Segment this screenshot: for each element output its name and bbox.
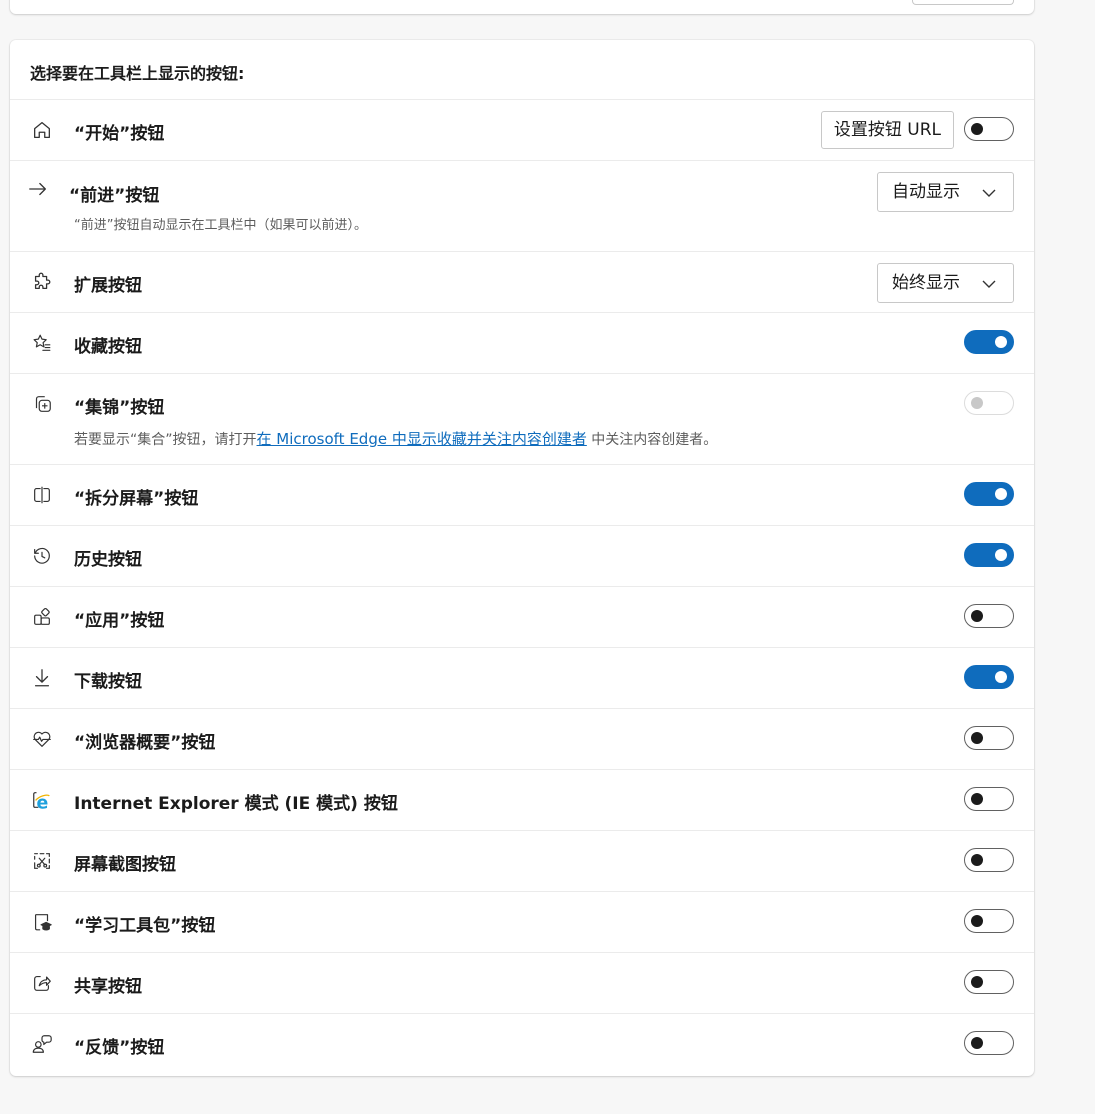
screenshot-button-label: 屏幕截图按钮 [74, 855, 176, 875]
collections-icon [30, 392, 54, 416]
ie-mode-button-toggle[interactable] [964, 787, 1014, 811]
share-button-row: 共享按钮 [10, 953, 1034, 1014]
toggle-knob [971, 732, 983, 744]
toggle-knob [971, 915, 983, 927]
collections-button-description: 若要显示“集合”按钮，请打开在 Microsoft Edge 中显示收藏并关注内… [74, 428, 717, 449]
forward-button-label: “前进”按钮 [69, 186, 160, 206]
download-icon [30, 666, 54, 690]
extensions-icon [30, 270, 54, 294]
browser-essentials-icon [30, 727, 54, 751]
learning-toolkit-button-label: “学习工具包”按钮 [74, 916, 216, 936]
toggle-knob [995, 671, 1007, 683]
toggle-knob [971, 976, 983, 988]
collections-desc-suffix: 中关注内容创建者。 [586, 432, 718, 448]
home-button-toggle[interactable] [964, 117, 1014, 141]
apps-button-label: “应用”按钮 [74, 611, 165, 631]
collections-button-toggle[interactable] [964, 391, 1014, 415]
previous-card-control[interactable] [912, 0, 1014, 5]
split-screen-button-row: “拆分屏幕”按钮 [10, 465, 1034, 526]
feedback-button-label: “反馈”按钮 [74, 1038, 165, 1058]
apps-button-toggle[interactable] [964, 604, 1014, 628]
toggle-knob [971, 397, 983, 409]
share-button-label: 共享按钮 [74, 977, 142, 997]
home-button-label: “开始”按钮 [74, 124, 165, 144]
feedback-icon [30, 1032, 54, 1056]
forward-button-select[interactable]: 自动显示 [877, 172, 1014, 212]
screenshot-button-toggle[interactable] [964, 848, 1014, 872]
share-button-toggle[interactable] [964, 970, 1014, 994]
toggle-knob [971, 1037, 983, 1049]
ie-mode-button-label: Internet Explorer 模式 (IE 模式) 按钮 [74, 794, 398, 814]
forward-select-value: 自动显示 [892, 182, 960, 202]
history-button-label: 历史按钮 [74, 550, 142, 570]
forward-button-row: “前进”按钮 “前进”按钮自动显示在工具栏中（如果可以前进）。 自动显示 [10, 161, 1034, 252]
forward-arrow-icon [26, 177, 50, 201]
favorites-button-label: 收藏按钮 [74, 337, 142, 357]
downloads-button-label: 下载按钮 [74, 672, 142, 692]
learning-toolkit-button-row: “学习工具包”按钮 [10, 892, 1034, 953]
downloads-button-row: 下载按钮 [10, 648, 1034, 709]
browser-essentials-button-label: “浏览器概要”按钮 [74, 733, 216, 753]
chevron-down-icon [982, 189, 996, 197]
favorites-button-row: 收藏按钮 [10, 313, 1034, 374]
collections-settings-link[interactable]: 在 Microsoft Edge 中显示收藏并关注内容创建者 [257, 430, 587, 448]
learning-toolkit-icon [30, 910, 54, 934]
share-icon [30, 971, 54, 995]
history-button-toggle[interactable] [964, 543, 1014, 567]
chevron-down-icon [982, 280, 996, 288]
toggle-knob [971, 610, 983, 622]
collections-button-row: “集锦”按钮 若要显示“集合”按钮，请打开在 Microsoft Edge 中显… [10, 374, 1034, 465]
split-screen-button-toggle[interactable] [964, 482, 1014, 506]
extensions-select-value: 始终显示 [892, 273, 960, 293]
toggle-knob [971, 123, 983, 135]
home-icon [30, 118, 54, 142]
history-button-row: 历史按钮 [10, 526, 1034, 587]
favorites-button-toggle[interactable] [964, 330, 1014, 354]
forward-button-description: “前进”按钮自动显示在工具栏中（如果可以前进）。 [74, 218, 367, 233]
previous-settings-card [10, 0, 1034, 14]
feedback-button-toggle[interactable] [964, 1031, 1014, 1055]
learning-toolkit-button-toggle[interactable] [964, 909, 1014, 933]
extensions-button-select[interactable]: 始终显示 [877, 263, 1014, 303]
apps-button-row: “应用”按钮 [10, 587, 1034, 648]
ie-mode-button-row: e Internet Explorer 模式 (IE 模式) 按钮 [10, 770, 1034, 831]
browser-essentials-button-row: “浏览器概要”按钮 [10, 709, 1034, 770]
toggle-knob [971, 793, 983, 805]
browser-essentials-button-toggle[interactable] [964, 726, 1014, 750]
collections-button-label: “集锦”按钮 [74, 398, 165, 418]
history-icon [30, 544, 54, 568]
apps-icon [30, 605, 54, 629]
screenshot-icon [30, 849, 54, 873]
feedback-button-row: “反馈”按钮 [10, 1014, 1034, 1075]
home-button-row: “开始”按钮 设置按钮 URL [10, 100, 1034, 161]
toggle-knob [971, 854, 983, 866]
toggle-knob [995, 549, 1007, 561]
collections-desc-prefix: 若要显示“集合”按钮，请打开 [74, 432, 257, 448]
toolbar-buttons-card: 选择要在工具栏上显示的按钮: “开始”按钮 设置按钮 URL “前进”按钮 “前… [10, 40, 1034, 1076]
extensions-button-label: 扩展按钮 [74, 276, 142, 296]
favorites-icon [30, 331, 54, 355]
toggle-knob [995, 336, 1007, 348]
toggle-knob [995, 488, 1007, 500]
split-screen-icon [30, 483, 54, 507]
set-button-url-button[interactable]: 设置按钮 URL [820, 111, 954, 149]
extensions-button-row: 扩展按钮 始终显示 [10, 252, 1034, 313]
downloads-button-toggle[interactable] [964, 665, 1014, 689]
ie-mode-icon: e [30, 788, 54, 812]
section-title: 选择要在工具栏上显示的按钮: [10, 40, 1034, 100]
screenshot-button-row: 屏幕截图按钮 [10, 831, 1034, 892]
split-screen-button-label: “拆分屏幕”按钮 [74, 489, 199, 509]
